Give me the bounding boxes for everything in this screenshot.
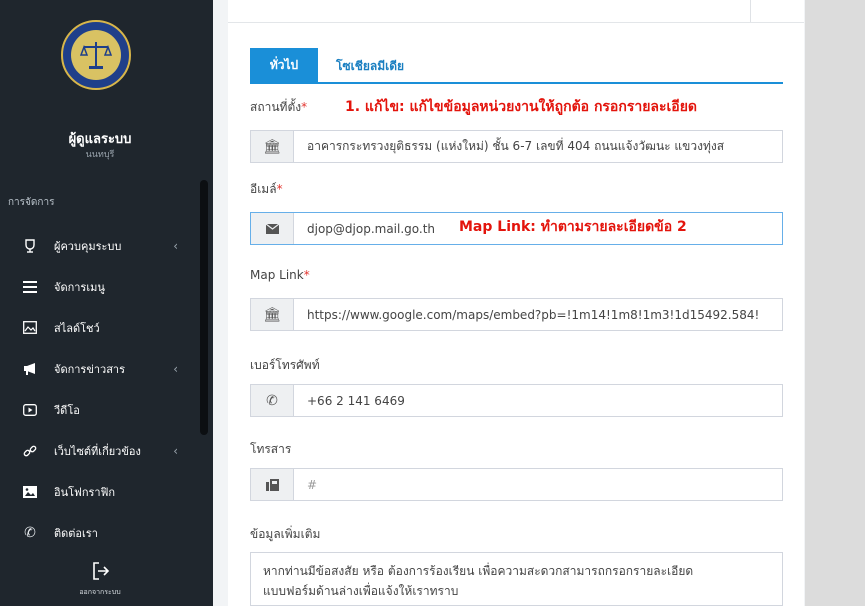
address-field[interactable]: 🏛 อาคารกระทรวงยุติธรรม (แห่งใหม่) ชั้น 6… bbox=[250, 130, 783, 163]
logout-icon bbox=[0, 561, 200, 585]
chevron-left-icon: ‹ bbox=[173, 238, 178, 253]
sidebar-scrollbar[interactable] bbox=[200, 180, 208, 435]
required-mark: * bbox=[276, 182, 283, 196]
map-link-field[interactable]: 🏛 https://www.google.com/maps/embed?pb=!… bbox=[250, 298, 783, 331]
email-label-text: อีเมล์ bbox=[250, 182, 277, 196]
sidebar-item-label: วีดีโอ bbox=[54, 403, 80, 417]
extra-info-textarea[interactable]: หากท่านมีข้อสงสัย หรือ ต้องการร้องเรียน … bbox=[250, 552, 783, 606]
sidebar-item-label: เว็บไซต์ที่เกี่ยวข้อง bbox=[54, 444, 141, 458]
sidebar-item-news[interactable]: จัดการข่าวสาร ‹ bbox=[0, 348, 200, 389]
phone-input[interactable]: +66 2 141 6469 bbox=[294, 394, 782, 408]
map-link-label: Map Link* bbox=[250, 268, 310, 282]
chevron-left-icon: ‹ bbox=[173, 361, 178, 376]
sidebar-item-admins[interactable]: ผู้ควบคุมระบบ ‹ bbox=[0, 225, 200, 266]
chevron-left-icon: ‹ bbox=[173, 443, 178, 458]
menu-lines-icon bbox=[20, 280, 40, 293]
sidebar-item-contact[interactable]: ✆ ติดต่อเรา bbox=[0, 512, 200, 553]
map-link-input[interactable]: https://www.google.com/maps/embed?pb=!1m… bbox=[294, 308, 782, 322]
trophy-icon bbox=[20, 238, 40, 253]
image-icon bbox=[20, 321, 40, 334]
fax-input[interactable]: # bbox=[294, 478, 782, 492]
picture-icon bbox=[20, 485, 40, 498]
tab-underline bbox=[250, 82, 783, 84]
extra-info-label: ข้อมูลเพิ่มเติม bbox=[250, 527, 321, 541]
sidebar-item-menu-management[interactable]: จัดการเมนู bbox=[0, 266, 200, 307]
annotation-note-1: 1. แก้ไข: แก้ไขข้อมูลหน่วยงานให้ถูกต้อ ก… bbox=[345, 99, 697, 115]
required-mark: * bbox=[303, 268, 310, 282]
fax-label: โทรสาร bbox=[250, 442, 292, 456]
link-icon bbox=[20, 444, 40, 458]
extra-info-line: หากท่านมีข้อสงสัย หรือ ต้องการร้องเรียน … bbox=[263, 564, 694, 578]
megaphone-icon bbox=[20, 362, 40, 375]
sidebar-item-label: จัดการเมนู bbox=[54, 280, 105, 294]
right-margin bbox=[805, 0, 865, 606]
sidebar-item-label: จัดการข่าวสาร bbox=[54, 362, 126, 376]
envelope-icon bbox=[251, 213, 294, 244]
fax-field[interactable]: # bbox=[250, 468, 783, 501]
logout-label: ออกจากระบบ bbox=[79, 588, 121, 596]
agency-logo bbox=[61, 20, 131, 90]
phone-icon: ✆ bbox=[251, 385, 294, 416]
email-label: อีเมล์* bbox=[250, 180, 283, 199]
logout-button[interactable]: ออกจากระบบ bbox=[0, 561, 200, 598]
extra-info-line: แบบฟอร์มด้านล่างเพื่อแจ้งให้เราทราบ bbox=[263, 584, 459, 598]
top-bar-divider bbox=[750, 0, 751, 22]
phone-label: เบอร์โทรศัพท์ bbox=[250, 358, 320, 372]
annotation-note-2: Map Link: ทำตามรายละเอียดข้อ 2 bbox=[459, 219, 687, 235]
sidebar-item-label: ผู้ควบคุมระบบ bbox=[54, 239, 122, 253]
sidebar-item-label: สไลด์โชว์ bbox=[54, 321, 100, 335]
sidebar-item-slideshow[interactable]: สไลด์โชว์ bbox=[0, 307, 200, 348]
map-link-label-text: Map Link bbox=[250, 268, 304, 282]
user-location: นนทบุรี bbox=[85, 150, 115, 160]
phone-field[interactable]: ✆ +66 2 141 6469 bbox=[250, 384, 783, 417]
sidebar-item-video[interactable]: วีดีโอ bbox=[0, 389, 200, 430]
phone-icon: ✆ bbox=[24, 524, 36, 541]
address-label-text: สถานที่ตั้ง bbox=[250, 100, 302, 114]
top-bar bbox=[228, 0, 804, 23]
address-input[interactable]: อาคารกระทรวงยุติธรรม (แห่งใหม่) ชั้น 6-7… bbox=[294, 137, 782, 156]
required-mark: * bbox=[301, 100, 308, 114]
sidebar-menu: ผู้ควบคุมระบบ ‹ จัดการเมนู สไลด์โชว์ จัด… bbox=[0, 225, 200, 553]
building-icon: 🏛 bbox=[251, 299, 294, 330]
tab-social-media[interactable]: โซเชียลมีเดีย bbox=[336, 57, 404, 76]
section-label: การจัดการ bbox=[8, 197, 55, 208]
sidebar: ผู้ดูแลระบบ นนทบุรี การจัดการ ผู้ควบคุมร… bbox=[0, 0, 213, 606]
sidebar-item-related-sites[interactable]: เว็บไซต์ที่เกี่ยวข้อง ‹ bbox=[0, 430, 200, 471]
tab-general[interactable]: ทั่วไป bbox=[250, 48, 318, 82]
video-icon bbox=[20, 403, 40, 416]
sidebar-item-infographic[interactable]: อินโฟกราฟิก bbox=[0, 471, 200, 512]
scales-of-justice-icon bbox=[79, 42, 113, 69]
user-name: ผู้ดูแลระบบ bbox=[68, 132, 132, 147]
building-icon: 🏛 bbox=[251, 131, 294, 162]
sidebar-item-label: ติดต่อเรา bbox=[54, 526, 98, 540]
fax-icon bbox=[251, 469, 294, 500]
address-label: สถานที่ตั้ง* bbox=[250, 98, 307, 117]
sidebar-item-label: อินโฟกราฟิก bbox=[54, 485, 116, 499]
